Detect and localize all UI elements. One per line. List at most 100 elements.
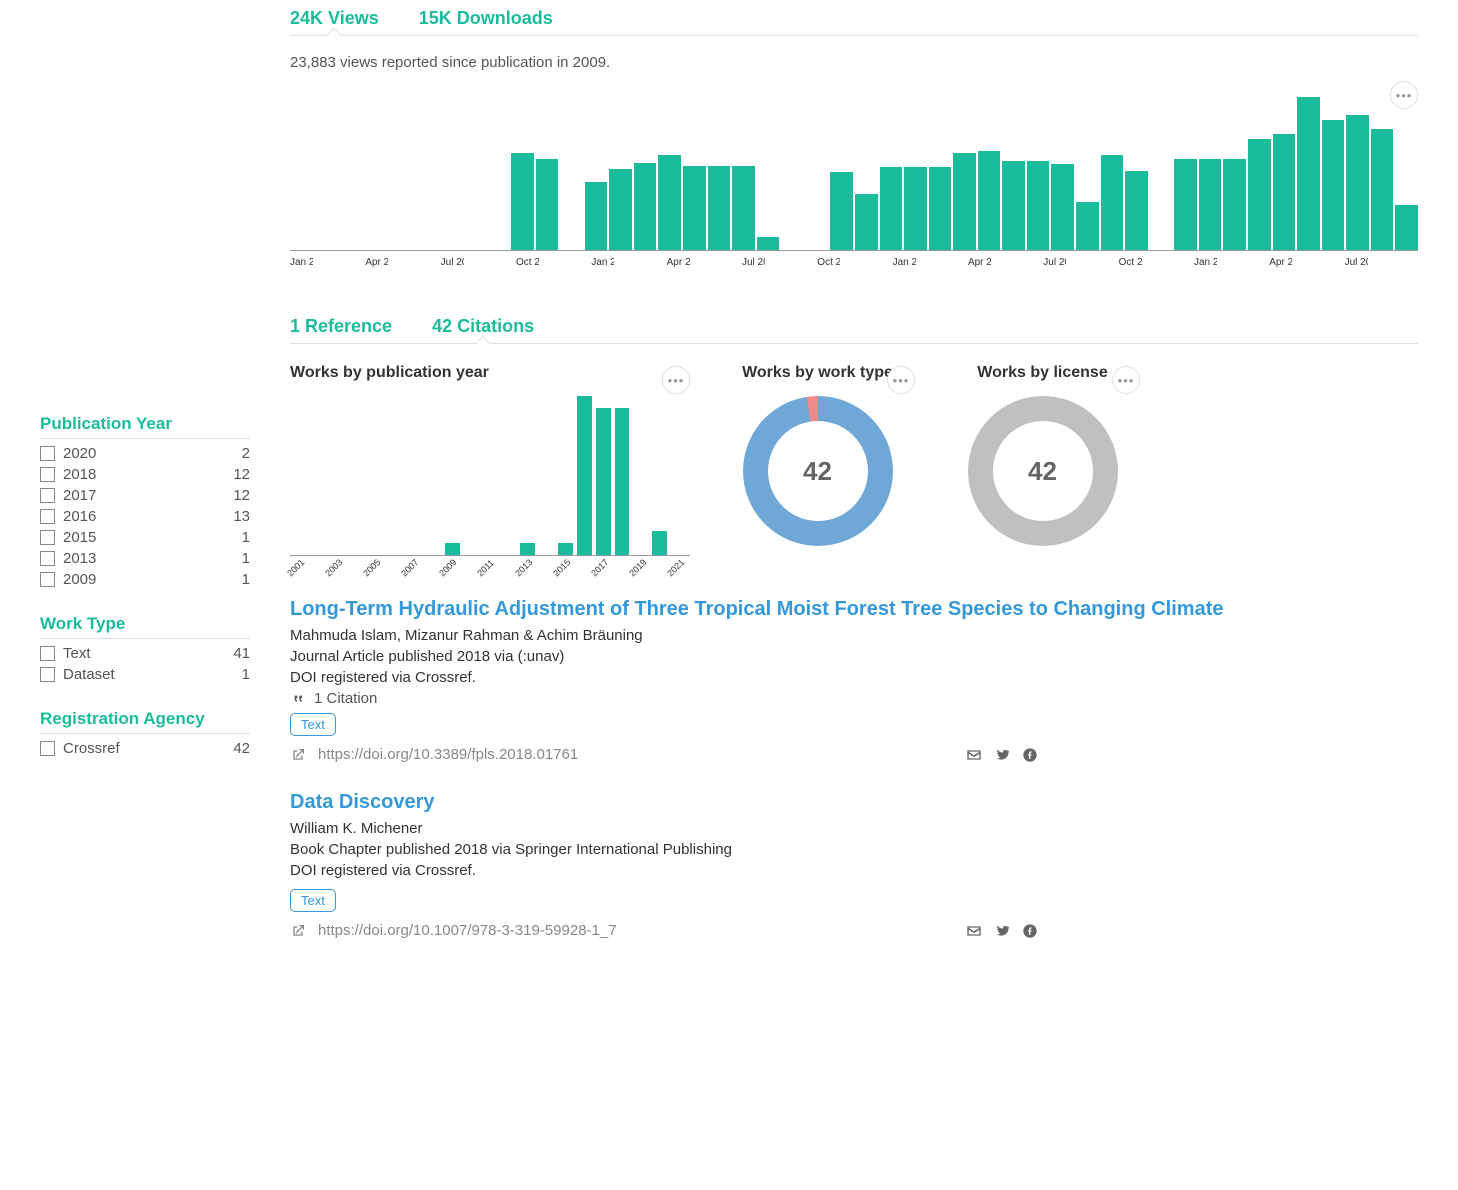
bar	[609, 169, 632, 250]
facet-label: Crossref	[63, 740, 233, 757]
xaxis-label: 2017	[589, 557, 610, 578]
facet-count: 13	[233, 508, 250, 525]
facebook-icon[interactable]	[1022, 923, 1038, 939]
bar	[855, 194, 878, 250]
checkbox-icon[interactable]	[40, 530, 55, 545]
citation-item: Long-Term Hydraulic Adjustment of Three …	[290, 596, 1418, 763]
bar	[520, 543, 535, 555]
bar	[978, 151, 1001, 250]
chart-menu-button[interactable]: •••	[662, 366, 690, 394]
xaxis-label	[651, 564, 665, 578]
work-title-link[interactable]: Data Discovery	[290, 789, 1418, 816]
facet-item[interactable]: Dataset1	[40, 664, 250, 685]
facet-group: Publication Year202022018122017122016132…	[40, 414, 250, 590]
xaxis-label	[491, 257, 514, 268]
bar	[1002, 161, 1025, 250]
work-type-tag[interactable]: Text	[290, 713, 336, 736]
external-link-icon[interactable]	[290, 747, 306, 763]
facet-label: 2016	[63, 508, 233, 525]
checkbox-icon[interactable]	[40, 509, 55, 524]
xaxis-label	[309, 564, 323, 578]
checkbox-icon[interactable]	[40, 667, 55, 682]
xaxis-label: Jul 2017	[441, 257, 464, 268]
facet-item[interactable]: 201712	[40, 485, 250, 506]
facet-item[interactable]: Crossref42	[40, 738, 250, 759]
bar	[757, 237, 780, 250]
facet-item[interactable]: 20151	[40, 527, 250, 548]
work-authors: William K. Michener	[290, 820, 1418, 837]
bar	[1125, 171, 1148, 251]
bar	[511, 153, 534, 250]
views-chart: ••• Jan 2017Apr 2017Jul 2017Oct 2017Jan …	[290, 81, 1418, 268]
xaxis-label	[1018, 257, 1041, 268]
facets-sidebar: Publication Year202022018122017122016132…	[40, 0, 290, 939]
worktype-donut: 42	[743, 396, 893, 546]
license-donut-center: 42	[993, 421, 1093, 521]
facebook-icon[interactable]	[1022, 747, 1038, 763]
facet-item[interactable]: 20131	[40, 548, 250, 569]
citation-summary-charts: Works by publication year ••• 2001200320…	[290, 364, 1418, 570]
chart-menu-button[interactable]: •••	[1390, 81, 1418, 109]
facet-count: 41	[233, 645, 250, 662]
twitter-icon[interactable]	[994, 747, 1010, 763]
xaxis-label: Oct 2018	[817, 257, 840, 268]
panel-pubyear: Works by publication year ••• 2001200320…	[290, 364, 690, 570]
xaxis-label	[423, 564, 437, 578]
metrics-subtext: 23,883 views reported since publication …	[290, 54, 1418, 71]
xaxis-label	[347, 564, 361, 578]
panel-worktype: Works by work type ••• 42	[720, 364, 915, 546]
xaxis-label: Apr 2017	[365, 257, 388, 268]
tab-citations[interactable]: 42 Citations	[432, 316, 534, 337]
facet-label: 2018	[63, 466, 233, 483]
xaxis-label: Jan 2019	[893, 257, 916, 268]
panel-license: Works by license ••• 42	[945, 364, 1140, 546]
external-link-icon[interactable]	[290, 923, 306, 939]
checkbox-icon[interactable]	[40, 741, 55, 756]
xaxis-label: Jul 2018	[742, 257, 765, 268]
xaxis-label	[390, 257, 413, 268]
xaxis-label: Oct 2017	[516, 257, 539, 268]
facet-label: Dataset	[63, 666, 242, 683]
xaxis-label	[566, 257, 589, 268]
bar	[1248, 139, 1271, 250]
tab-downloads[interactable]: 15K Downloads	[419, 8, 553, 29]
xaxis-label	[868, 257, 891, 268]
facet-count: 1	[242, 666, 250, 683]
checkbox-icon[interactable]	[40, 467, 55, 482]
bar	[536, 159, 559, 250]
checkbox-icon[interactable]	[40, 488, 55, 503]
bar	[1371, 129, 1394, 250]
checkbox-icon[interactable]	[40, 446, 55, 461]
twitter-icon[interactable]	[994, 923, 1010, 939]
bar	[830, 172, 853, 250]
facet-item[interactable]: 201613	[40, 506, 250, 527]
xaxis-label: 2021	[665, 557, 686, 578]
xaxis-label	[616, 257, 639, 268]
xaxis-label: 2005	[361, 557, 382, 578]
xaxis-label: 2013	[513, 557, 534, 578]
xaxis-label	[461, 564, 475, 578]
chart-menu-button[interactable]: •••	[887, 366, 915, 394]
bar	[683, 166, 706, 250]
mail-icon[interactable]	[966, 923, 982, 939]
xaxis-label	[537, 564, 551, 578]
checkbox-icon[interactable]	[40, 551, 55, 566]
facet-label: 2017	[63, 487, 233, 504]
work-doi[interactable]: https://doi.org/10.1007/978-3-319-59928-…	[318, 922, 617, 939]
mail-icon[interactable]	[966, 747, 982, 763]
tab-views[interactable]: 24K Views	[290, 8, 379, 29]
work-type-tag[interactable]: Text	[290, 889, 336, 912]
work-title-link[interactable]: Long-Term Hydraulic Adjustment of Three …	[290, 596, 1418, 623]
facet-item[interactable]: 201812	[40, 464, 250, 485]
facet-item[interactable]: 20091	[40, 569, 250, 590]
facet-item[interactable]: 20202	[40, 443, 250, 464]
checkbox-icon[interactable]	[40, 572, 55, 587]
chart-menu-button[interactable]: •••	[1112, 366, 1140, 394]
bar	[577, 396, 592, 555]
xaxis-label: Apr 2018	[667, 257, 690, 268]
checkbox-icon[interactable]	[40, 646, 55, 661]
work-doi[interactable]: https://doi.org/10.3389/fpls.2018.01761	[318, 746, 578, 763]
facet-item[interactable]: Text41	[40, 643, 250, 664]
tab-references[interactable]: 1 Reference	[290, 316, 392, 337]
xaxis-label	[416, 257, 439, 268]
